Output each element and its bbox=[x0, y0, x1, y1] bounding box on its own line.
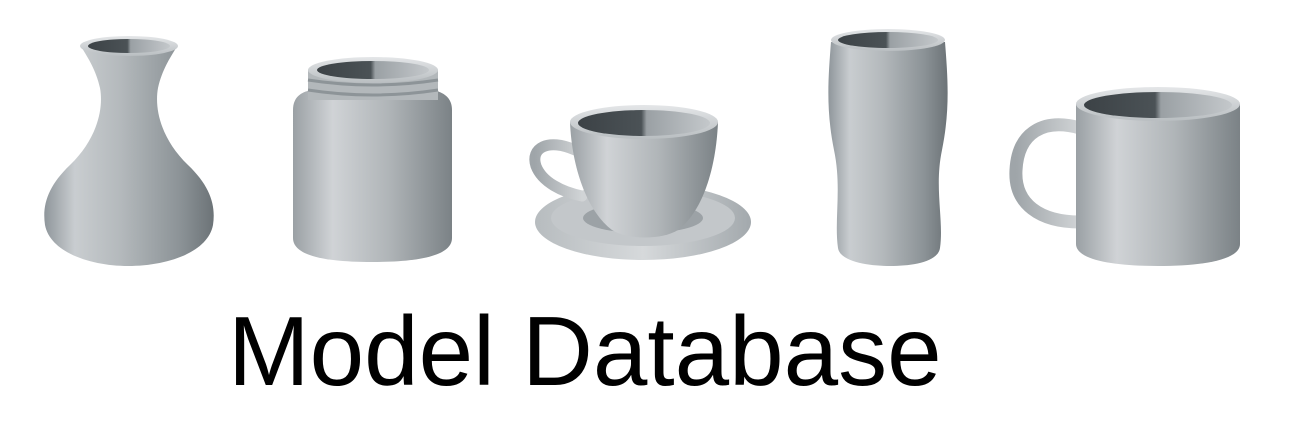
model-gallery bbox=[44, 29, 1240, 266]
caption-title: Model Database bbox=[228, 296, 942, 406]
tumbler-model bbox=[828, 29, 948, 266]
teacup-model bbox=[529, 105, 751, 260]
jar-model bbox=[293, 57, 452, 262]
vase-model bbox=[44, 36, 214, 266]
mug-model bbox=[1009, 87, 1240, 266]
